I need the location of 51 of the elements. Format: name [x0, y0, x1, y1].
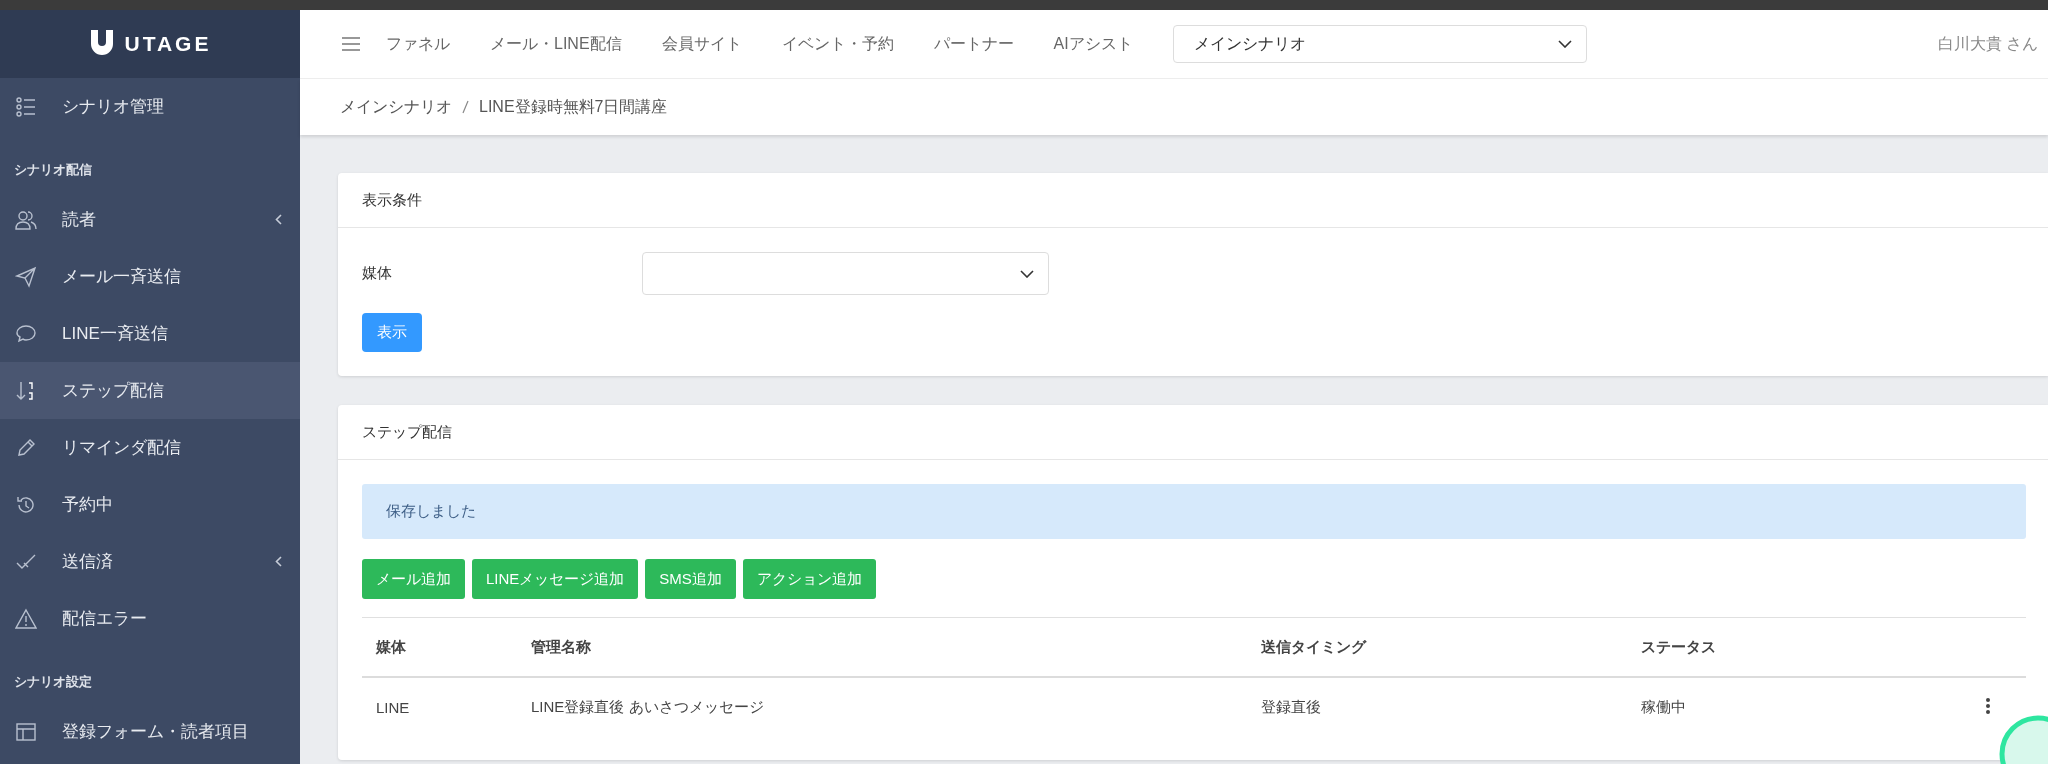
- scenario-select[interactable]: メインシナリオ: [1172, 25, 1587, 63]
- chevron-left-icon: [275, 556, 282, 567]
- sidebar-item[interactable]: 送信済: [0, 533, 300, 590]
- table-cell: LINE: [362, 677, 517, 736]
- chevron-down-icon: [1557, 40, 1572, 48]
- nav-link[interactable]: 会員サイト: [661, 33, 742, 55]
- column-header: 送信タイミング: [1247, 617, 1627, 677]
- field-label: 媒体: [362, 264, 393, 283]
- menu-icon[interactable]: [342, 37, 360, 51]
- breadcrumb-item[interactable]: LINE登録時無料7日間講座: [479, 96, 668, 118]
- chat-widget-icon[interactable]: [1998, 714, 2048, 764]
- chevron-left-icon: [275, 214, 282, 225]
- user-menu[interactable]: 白川大貴 さん: [1937, 33, 2038, 55]
- more-icon[interactable]: [1985, 696, 1991, 715]
- sidebar-item[interactable]: シナリオ管理: [0, 78, 300, 135]
- table-cell: 稼働中: [1627, 677, 1971, 736]
- success-alert: 保存しました: [362, 484, 2026, 539]
- nav-link[interactable]: ファネル: [386, 33, 450, 55]
- sidebar-item[interactable]: メール一斉送信: [0, 248, 300, 305]
- sidebar-item[interactable]: LINE一斉送信: [0, 305, 300, 362]
- nav-link[interactable]: イベント・予約: [781, 33, 894, 55]
- sidebar-item[interactable]: リマインダ配信: [0, 419, 300, 476]
- nav-link[interactable]: パートナー: [933, 33, 1014, 55]
- sidebar-item[interactable]: 配信エラー: [0, 590, 300, 647]
- table-cell: 登録直後: [1247, 677, 1627, 736]
- card-title: ステップ配信: [338, 405, 2048, 460]
- nav-link[interactable]: AIアシスト: [1053, 33, 1133, 55]
- users-icon: [15, 208, 37, 231]
- logo-text: UTAGE: [124, 32, 212, 56]
- chevron-down-icon: [1020, 269, 1034, 278]
- sidebar-item[interactable]: ステップ配信: [0, 362, 300, 419]
- column-header: ステータス: [1627, 617, 1971, 677]
- section-heading: シナリオ配信: [13, 161, 93, 179]
- sidebar-item[interactable]: 読者: [0, 191, 300, 248]
- sidebar-item[interactable]: 予約中: [0, 476, 300, 533]
- nav-link[interactable]: メール・LINE配信: [490, 33, 622, 55]
- form-icon: [15, 720, 37, 743]
- section-heading: シナリオ設定: [13, 673, 93, 691]
- breadcrumb-separator: [462, 100, 469, 114]
- breadcrumb-item[interactable]: メインシナリオ: [340, 96, 452, 118]
- sidebar-item[interactable]: 登録フォーム・読者項目: [0, 703, 300, 760]
- logo-icon: [88, 30, 115, 58]
- pencil-icon: [15, 436, 37, 459]
- chat-bubble-icon: [15, 322, 37, 345]
- column-header: 管理名称: [517, 617, 1247, 677]
- list-icon: [15, 95, 37, 118]
- send-icon: [15, 265, 37, 288]
- warning-icon: [15, 607, 37, 630]
- column-header: 媒体: [362, 617, 517, 677]
- card-title: 表示条件: [338, 173, 2048, 228]
- table-cell: LINE登録直後 あいさつメッセージ: [517, 677, 1247, 736]
